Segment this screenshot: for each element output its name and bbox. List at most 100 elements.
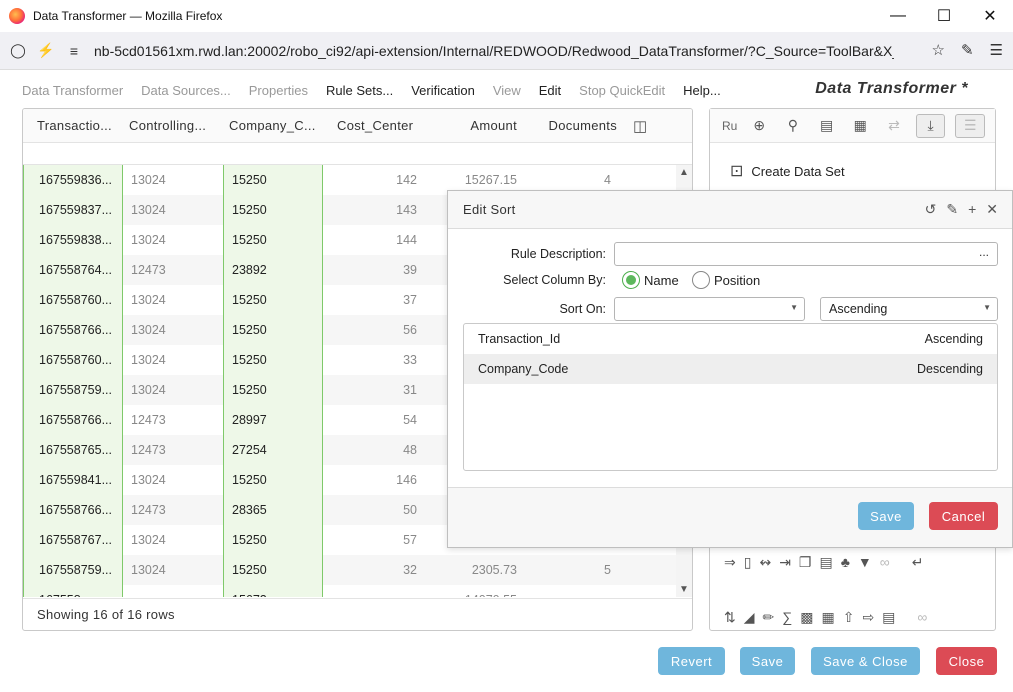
close-button[interactable]: Close — [936, 647, 997, 675]
split-column-icon[interactable]: ↭ — [759, 554, 771, 571]
column-chooser-icon[interactable]: ◫ — [621, 117, 651, 135]
radio-name[interactable] — [622, 271, 640, 289]
scroll-up-icon[interactable]: ▲ — [679, 167, 689, 178]
move-column-icon[interactable]: ⇥ — [779, 554, 791, 571]
permissions-icon[interactable]: ≡ — [64, 41, 84, 61]
filter-icon[interactable]: ▼ — [858, 554, 872, 571]
column-header[interactable]: Transactio... — [23, 118, 123, 133]
column-header[interactable]: Amount — [425, 118, 525, 133]
sort-on-select[interactable]: ▼ — [614, 297, 805, 321]
rule-tools-row-2: ⇅ ◢ ✏ ∑ ▩ ▦ ⇧ ⇨ ▤ ∞ — [724, 609, 927, 626]
column-header[interactable]: Company_C... — [223, 118, 329, 133]
table-cell: 39 — [403, 263, 417, 277]
create-data-set-item[interactable]: ⊡ Create Data Set — [730, 161, 845, 181]
menu-item[interactable]: Data Transformer — [22, 83, 123, 98]
rule-description-input[interactable]: ... — [614, 242, 998, 266]
save-and-close-button[interactable]: Save & Close — [811, 647, 920, 675]
join-icon[interactable]: ⇒ — [724, 554, 736, 571]
table-cell: 142 — [396, 173, 417, 187]
minimize-button[interactable]: — — [875, 0, 921, 32]
table-cell: 27254 — [223, 435, 323, 465]
url-text[interactable]: nb-5cd01561xm.rwd.lan:20002/robo_ci92/ap… — [94, 43, 894, 59]
sort-column-order: Descending — [916, 362, 983, 376]
menu-item[interactable]: View — [493, 83, 521, 98]
table-cell: 37 — [403, 293, 417, 307]
dialog-title: Edit Sort — [463, 202, 516, 217]
insert-column-icon[interactable]: ▯ — [744, 554, 752, 571]
table-cell: 13024 — [131, 353, 166, 367]
sort-list: Transaction_Id Ascending Company_Code De… — [463, 323, 998, 471]
bookmark-star-icon[interactable]: ☆ — [932, 41, 945, 59]
lock-icon[interactable]: ⚡ — [36, 41, 56, 61]
sort-column-name: Company_Code — [478, 362, 569, 376]
table-row[interactable]: 167558759... 13024 15250 32 2305.73 5 — [23, 555, 678, 585]
dialog-save-button[interactable]: Save — [858, 502, 914, 530]
column-header[interactable]: Cost_Center — [329, 118, 425, 133]
pivot-icon[interactable]: ♣ — [841, 554, 850, 571]
menu-item[interactable]: Edit — [539, 83, 561, 98]
menu-hamburger-icon[interactable]: ☰ — [990, 41, 1003, 59]
transform-icon[interactable]: ∞ — [917, 609, 927, 626]
menu-item[interactable]: Stop QuickEdit — [579, 83, 665, 98]
group-icon[interactable]: ▩ — [800, 609, 813, 626]
table-cell — [523, 585, 623, 597]
measure-icon[interactable]: ◢ — [744, 609, 755, 626]
maximize-button[interactable]: ☐ — [921, 0, 967, 32]
shield-icon[interactable]: ◯ — [8, 41, 28, 61]
scroll-down-icon[interactable]: ▼ — [679, 584, 689, 595]
table-cell: 12473 — [131, 503, 166, 517]
column-header[interactable]: Documents — [525, 118, 621, 133]
rules-tab[interactable]: Ru — [722, 119, 737, 133]
import-icon[interactable]: ⤓ — [915, 113, 946, 138]
notes-icon[interactable]: ▤ — [882, 609, 895, 626]
save-button[interactable]: Save — [740, 647, 795, 675]
grid-header: Transactio... Controlling... Company_C..… — [23, 109, 692, 143]
sort-order-select[interactable]: Ascending ▼ — [820, 297, 998, 321]
reset-icon[interactable]: ↺ — [925, 201, 937, 218]
table-cell: 23892 — [223, 255, 323, 285]
menu-item[interactable]: Help... — [683, 83, 721, 98]
edit-sort-dialog: Edit Sort ↺ ✎ + ✕ Rule Description: ... … — [447, 190, 1013, 548]
list-item[interactable]: Transaction_Id Ascending — [464, 324, 997, 354]
export-icon[interactable]: ⇨ — [862, 609, 874, 626]
table-row[interactable]: 167558... 15672 14070.55 — [23, 585, 678, 597]
rows-icon[interactable]: ▤ — [819, 554, 832, 571]
close-icon[interactable]: ✕ — [986, 201, 998, 218]
sort-icon[interactable]: ⇅ — [724, 609, 736, 626]
menu-item[interactable]: Rule Sets... — [326, 83, 393, 98]
crop-icon[interactable]: ↵ — [912, 554, 924, 571]
column-header[interactable]: Controlling... — [123, 118, 223, 133]
close-window-button[interactable]: ✕ — [967, 0, 1013, 32]
revert-button[interactable]: Revert — [658, 647, 725, 675]
expand-icon[interactable]: ⇧ — [843, 609, 855, 626]
table-cell: 33 — [403, 353, 417, 367]
dialog-footer: Save Cancel — [448, 487, 1012, 547]
menu-item[interactable]: Data Sources... — [141, 83, 231, 98]
add-icon[interactable]: + — [968, 201, 976, 218]
document-icon[interactable]: ▤ — [815, 114, 839, 138]
link-icon[interactable]: ∞ — [880, 554, 890, 571]
grid-filter-row[interactable] — [23, 143, 692, 165]
list-icon[interactable]: ☰ — [955, 113, 986, 138]
search-doc-icon[interactable]: ⚲ — [781, 114, 805, 138]
table-cell: 143 — [396, 203, 417, 217]
radio-position[interactable] — [692, 271, 710, 289]
sum-icon[interactable]: ∑ — [782, 609, 792, 626]
extensions-icon[interactable]: ✎ — [961, 41, 974, 59]
eraser-icon[interactable]: ✎ — [946, 201, 958, 218]
table-icon[interactable]: ▦ — [848, 114, 872, 138]
calendar-icon[interactable]: ▦ — [821, 609, 834, 626]
add-icon[interactable]: ⊕ — [747, 114, 771, 138]
table-cell: 5 — [604, 563, 611, 577]
menu-item[interactable]: Verification — [411, 83, 475, 98]
table-cell: 15250 — [223, 375, 323, 405]
ellipsis-button[interactable]: ... — [979, 245, 989, 259]
table-cell: 15250 — [223, 165, 323, 195]
rules-toolbar: Ru ⊕ ⚲ ▤ ▦ ⇄ ⤓ ☰ — [710, 109, 995, 143]
menu-item[interactable]: Properties — [249, 83, 308, 98]
swap-icon[interactable]: ⇄ — [882, 114, 906, 138]
list-item[interactable]: Company_Code Descending — [464, 354, 997, 384]
edit-icon[interactable]: ✏ — [763, 609, 775, 626]
dialog-cancel-button[interactable]: Cancel — [929, 502, 998, 530]
copy-icon[interactable]: ❐ — [799, 554, 812, 571]
